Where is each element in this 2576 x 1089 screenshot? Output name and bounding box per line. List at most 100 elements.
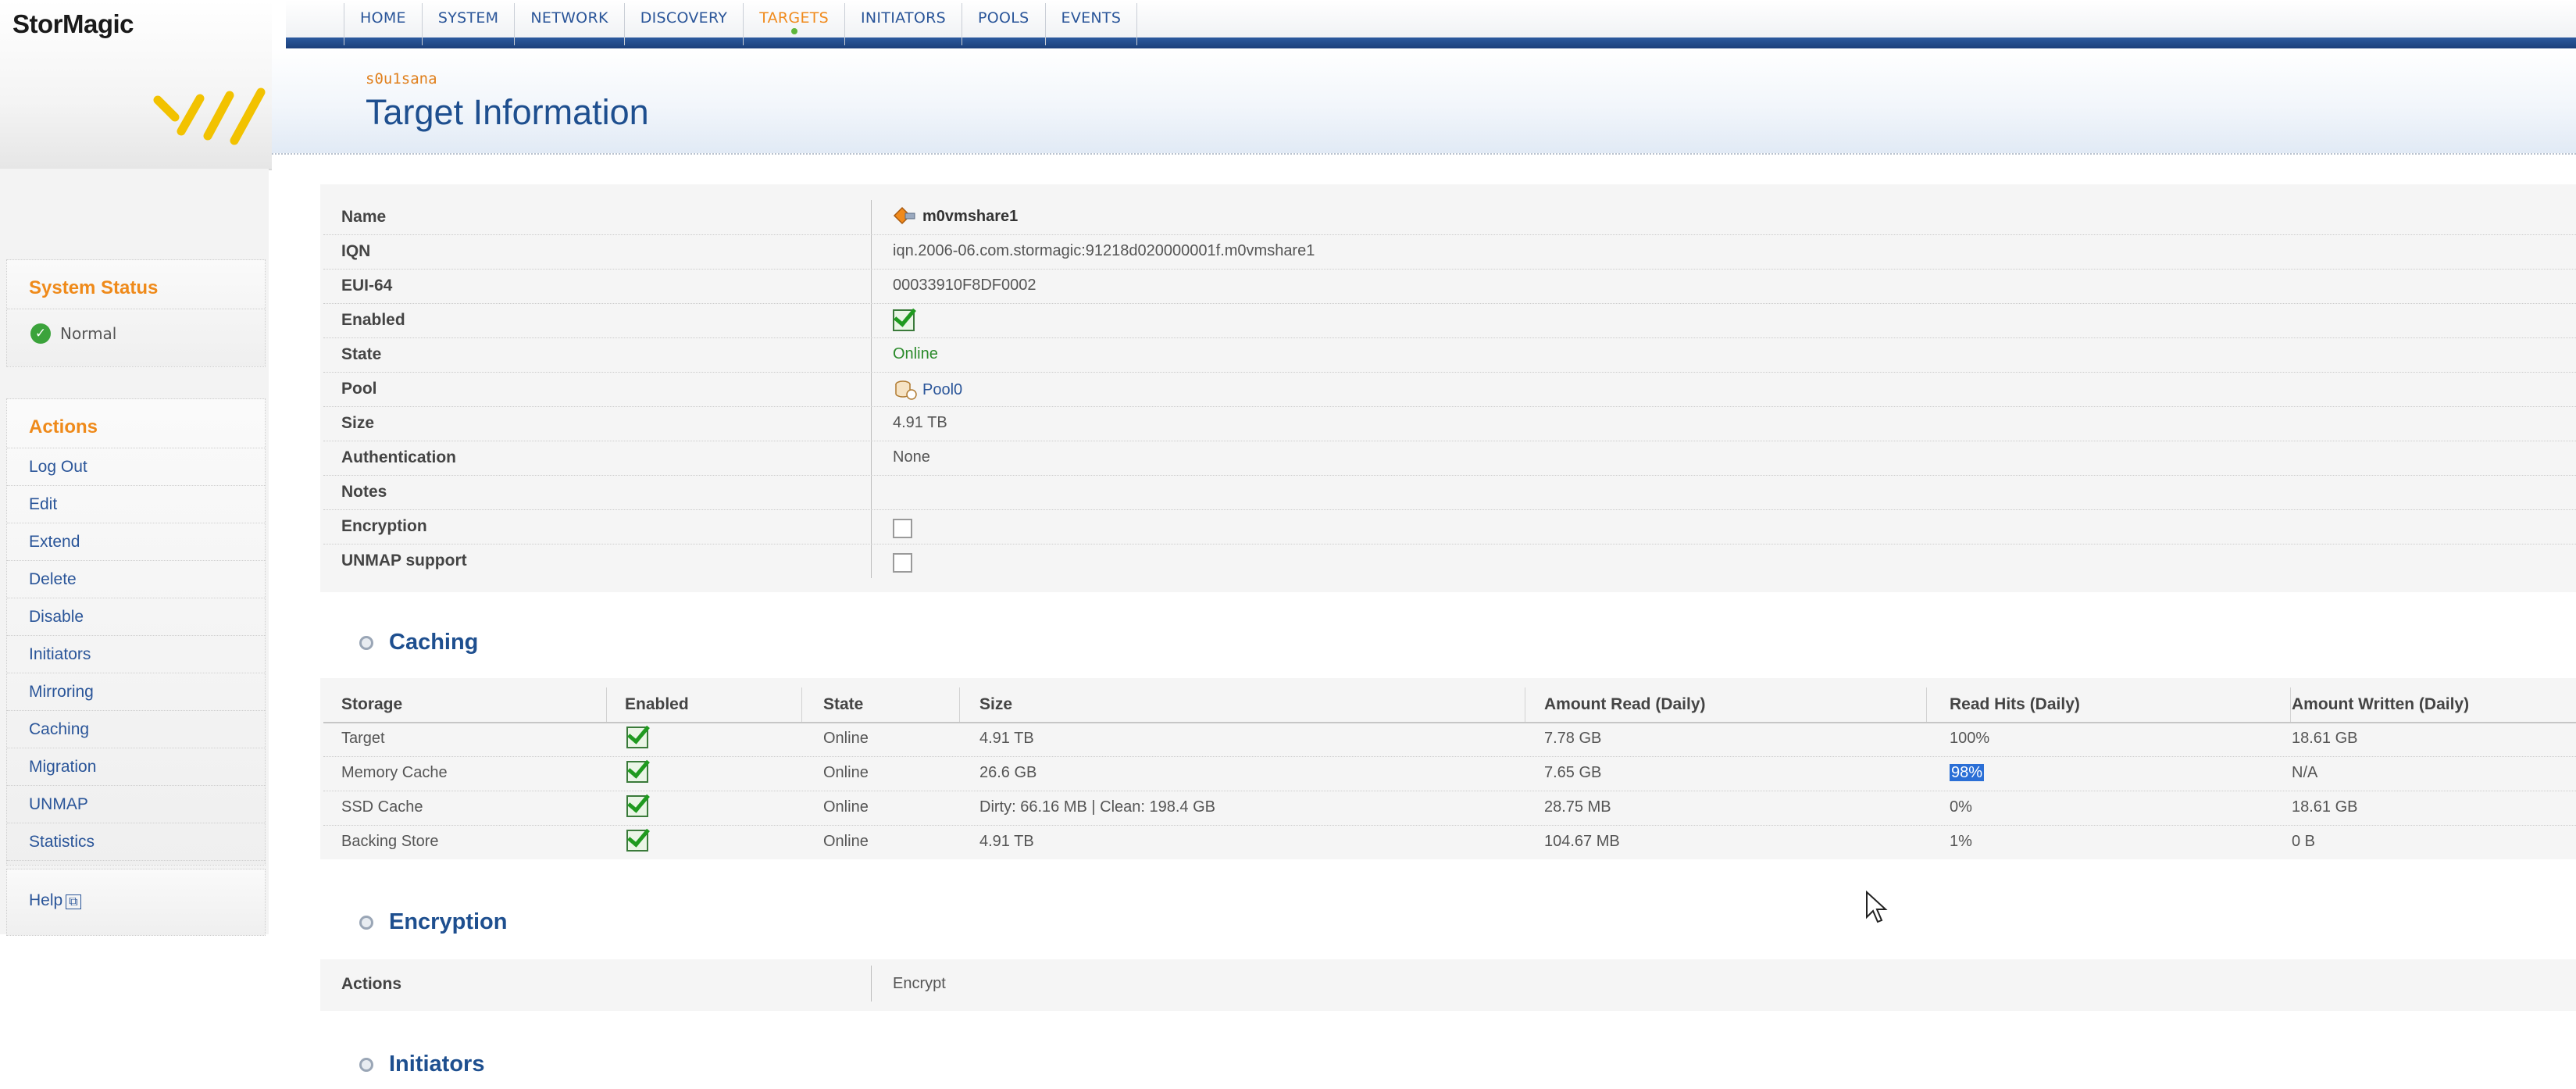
help-label: Help bbox=[29, 891, 63, 909]
cell-size: 26.6 GB bbox=[979, 764, 1037, 781]
value-size: 4.91 TB bbox=[893, 414, 947, 431]
cell-hits: 98% bbox=[1950, 764, 1985, 782]
info-row-iqn bbox=[323, 234, 2576, 270]
info-row-state bbox=[323, 337, 2576, 373]
action-initiators[interactable]: Initiators bbox=[7, 636, 265, 673]
value-unmap bbox=[893, 553, 912, 577]
host-name: s0u1sana bbox=[366, 70, 437, 87]
info-row-authentication bbox=[323, 441, 2576, 476]
table-row: Memory Cache Online 26.6 GB 7.65 GB 98% … bbox=[323, 756, 2576, 791]
help-panel: Help ⧉ bbox=[6, 869, 266, 936]
info-row-encryption bbox=[323, 509, 2576, 544]
caching-heading: Caching bbox=[389, 630, 479, 655]
tab-initiators[interactable]: INITIATORS bbox=[845, 3, 962, 45]
mouse-cursor-icon bbox=[1866, 891, 1888, 923]
label-state: State bbox=[341, 345, 382, 363]
label-size: Size bbox=[341, 414, 375, 432]
memory-cache-link[interactable]: Memory Cache bbox=[341, 764, 448, 782]
cell-size: 4.91 TB bbox=[979, 833, 1034, 850]
tab-events[interactable]: EVENTS bbox=[1046, 3, 1138, 45]
label-iqn: IQN bbox=[341, 242, 371, 260]
cell-enabled bbox=[626, 830, 648, 856]
encryption-heading: Encryption bbox=[389, 909, 508, 934]
col-amount-read: Amount Read (Daily) bbox=[1544, 695, 1706, 713]
external-link-icon: ⧉ bbox=[66, 894, 81, 909]
cell-enabled bbox=[626, 727, 648, 753]
value-enabled bbox=[893, 309, 915, 336]
action-extend[interactable]: Extend bbox=[7, 523, 265, 561]
info-row-pool bbox=[323, 372, 2576, 407]
info-row-enabled bbox=[323, 303, 2576, 338]
tab-targets[interactable]: TARGETS bbox=[744, 3, 846, 45]
action-unmap[interactable]: UNMAP bbox=[7, 786, 265, 823]
cell-size: Dirty: 66.16 MB | Clean: 198.4 GB bbox=[979, 798, 1216, 816]
value-name: m0vmshare1 bbox=[893, 206, 1018, 227]
cell-state: Online bbox=[823, 798, 869, 816]
cell-state: Online bbox=[823, 833, 869, 850]
action-mirroring[interactable]: Mirroring bbox=[7, 673, 265, 711]
target-icon bbox=[893, 206, 915, 225]
pool-link[interactable]: Pool0 bbox=[922, 381, 962, 399]
initiators-section-header[interactable]: Initiators bbox=[359, 1052, 484, 1077]
encryption-panel bbox=[320, 959, 2576, 1011]
label-encryption: Encryption bbox=[341, 517, 427, 535]
table-row: Backing Store Online 4.91 TB 104.67 MB 1… bbox=[323, 825, 2576, 859]
label-authentication: Authentication bbox=[341, 448, 456, 466]
label-pool: Pool bbox=[341, 380, 377, 398]
col-size: Size bbox=[979, 695, 1013, 713]
actions-panel: Actions Log Out Edit Extend Delete Disab… bbox=[6, 398, 266, 866]
system-status-panel: System Status ✓ Normal bbox=[6, 259, 266, 367]
enabled-check-icon bbox=[893, 309, 915, 331]
action-statistics[interactable]: Statistics bbox=[7, 823, 265, 861]
encryption-checkbox bbox=[893, 519, 912, 538]
tab-home[interactable]: HOME bbox=[344, 3, 423, 45]
initiators-heading: Initiators bbox=[389, 1052, 485, 1077]
col-storage: Storage bbox=[341, 695, 403, 713]
action-delete[interactable]: Delete bbox=[7, 561, 265, 598]
value-iqn: iqn.2006-06.com.stormagic:91218d02000000… bbox=[893, 242, 1315, 259]
enabled-check-icon bbox=[626, 761, 648, 783]
action-disable[interactable]: Disable bbox=[7, 598, 265, 636]
info-row-unmap bbox=[323, 544, 2576, 578]
cell-hits: 1% bbox=[1950, 833, 1972, 850]
info-row-size bbox=[323, 406, 2576, 441]
tab-network[interactable]: NETWORK bbox=[515, 3, 625, 45]
actions-heading: Actions bbox=[7, 399, 265, 448]
brand-logo: StorMagic bbox=[12, 9, 134, 38]
cell-hits: 100% bbox=[1950, 730, 1990, 747]
action-migration[interactable]: Migration bbox=[7, 748, 265, 786]
backing-store-link[interactable]: Backing Store bbox=[341, 833, 439, 851]
cell-read: 104.67 MB bbox=[1544, 833, 1620, 850]
cell-state: Online bbox=[823, 764, 869, 781]
info-row-notes bbox=[323, 475, 2576, 510]
action-edit[interactable]: Edit bbox=[7, 486, 265, 523]
info-row-name bbox=[323, 200, 2576, 235]
enabled-check-icon bbox=[626, 727, 648, 748]
action-log-out[interactable]: Log Out bbox=[7, 448, 265, 486]
caching-table-header: Storage Enabled State Size Amount Read (… bbox=[323, 687, 2576, 723]
table-row: SSD Cache Online Dirty: 66.16 MB | Clean… bbox=[323, 791, 2576, 826]
encrypt-action[interactable]: Encrypt bbox=[893, 975, 946, 993]
ssd-cache-link[interactable]: SSD Cache bbox=[341, 798, 423, 816]
encryption-section-header[interactable]: Encryption bbox=[359, 909, 507, 935]
logo-area: StorMagic bbox=[0, 0, 272, 170]
cell-storage: Target bbox=[341, 730, 385, 747]
label-enabled: Enabled bbox=[341, 311, 405, 329]
check-circle-icon: ✓ bbox=[30, 323, 51, 344]
value-encryption bbox=[893, 519, 912, 543]
tab-pools[interactable]: POOLS bbox=[962, 3, 1046, 45]
value-eui64: 00033910F8DF0002 bbox=[893, 277, 1036, 294]
cell-size: 4.91 TB bbox=[979, 730, 1034, 747]
action-caching[interactable]: Caching bbox=[7, 711, 265, 748]
label-name: Name bbox=[341, 208, 387, 226]
encryption-divider bbox=[871, 966, 872, 1002]
system-status-value: Normal bbox=[60, 324, 117, 343]
col-state: State bbox=[823, 695, 864, 713]
col-enabled: Enabled bbox=[625, 695, 689, 713]
caching-section-header[interactable]: Caching bbox=[359, 630, 478, 655]
unmap-checkbox bbox=[893, 553, 912, 573]
cell-enabled bbox=[626, 761, 648, 787]
help-link[interactable]: Help ⧉ bbox=[7, 869, 265, 926]
tab-system[interactable]: SYSTEM bbox=[423, 3, 516, 45]
tab-discovery[interactable]: DISCOVERY bbox=[625, 3, 744, 45]
